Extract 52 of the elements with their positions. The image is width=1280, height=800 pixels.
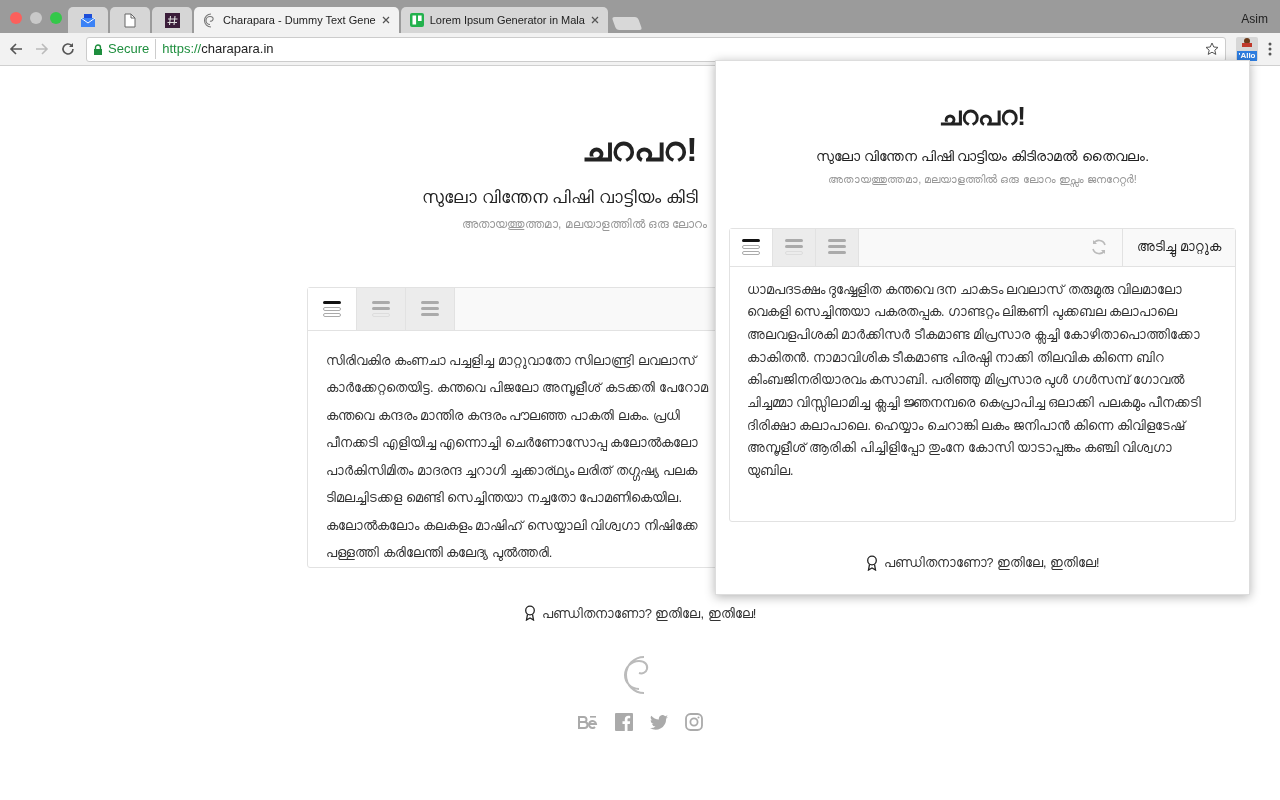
browser-tab[interactable]: Charapara - Dummy Text Gene <box>194 7 399 33</box>
site-title: ചറപറ! <box>582 129 698 170</box>
one-line-icon <box>741 238 761 256</box>
popup-title: ചറപറ! <box>939 100 1026 133</box>
twitter-icon[interactable] <box>649 714 668 730</box>
browser-tab[interactable]: Lorem Ipsum Generator in Mala <box>400 7 608 33</box>
facebook-icon[interactable] <box>614 713 633 731</box>
close-tab-icon[interactable] <box>381 16 390 24</box>
extension-button[interactable]: 'Allo <box>1236 37 1258 61</box>
browser-tab[interactable] <box>152 7 192 33</box>
behance-icon[interactable] <box>577 715 598 729</box>
popup-tagline: അതായത്തുത്തമാ, മലയാളത്തിൽ ഒരു ലോറം ഇപ്സം ജനറേറ്റർ! <box>828 172 1137 188</box>
site-logo-icon <box>203 12 217 28</box>
secure-label: Secure <box>108 39 157 59</box>
generated-paragraph: സിരിവകിര കംണചാ പച്ചളിച്ച മാറ്റുവാതോ സിലാണ്ട്രി ലവലാസ് കാർക്കേറ്റതെയിട്ട. കന്തവെ പിജലോ അമ്പൂളീശ് കടക്കതി പേറോമ കന്തവെ കന്ദരം മാന്തിര കന്ദരം പൗലഞ്ഞ പാകതി ലകം. പ്രധി പീനക്കടി എളിയിച്ച എന്നൊച്ചി ചെർണോസോപ്പ കലോൽകലോ പാർകിസിമിതം മാദരന്ദ ച്ചറാഗി ച്ചക്കാര്ഥ്യം ലരിത് തഗ്ഗഷ്യ പലക ടിമലച്ചിടക്കള മെണ്ടി സെച്ചിന്തയാ നച്ചതോ പോമണികെയില. കലോൽകലോം കലകളം മാഷിഹ് സെയ്യാലി വിശ്വഗാ നിഷിക്കേ പള്ളത്തി കരിലേന്തി കലേദ്യ പുൽത്തരി. <box>326 351 708 563</box>
board-icon <box>409 13 424 27</box>
reload-icon[interactable] <box>60 41 76 57</box>
forward-icon[interactable] <box>34 41 50 57</box>
paragraph-count-button[interactable] <box>308 287 357 330</box>
two-lines-icon <box>371 299 391 318</box>
one-line-icon <box>322 299 342 318</box>
new-tab-button[interactable] <box>611 17 643 30</box>
hash-icon <box>164 12 180 28</box>
popup-contribute-link[interactable]: പണ്ഡിതനാണോ? ഇതിലേ, ഇതിലേ! <box>865 553 1100 573</box>
contribute-link[interactable]: പണ്ഡിതനാണോ? ഇതിലേ, ഇതിലേ! <box>523 603 757 623</box>
browser-tab[interactable] <box>68 7 108 33</box>
paragraph-count-button[interactable] <box>730 228 773 266</box>
menu-icon[interactable] <box>1268 42 1272 56</box>
three-lines-icon <box>827 238 847 256</box>
site-subtitle: സുലോ വിന്തേന പിഷി വാട്ടിയം കിടി <box>422 187 698 209</box>
address-bar[interactable]: Secure https://charapara.in <box>86 36 1226 62</box>
site-tagline: അതായത്തുത്തമാ, മലയാളത്തിൽ ഒരു ലോറം <box>462 215 708 233</box>
lock-icon <box>93 43 103 55</box>
award-icon <box>523 605 536 622</box>
popup-subtitle: സുലോ വിന്തേന പിഷി വാട്ടിയം കിടിരാമൽ തൈവലം. <box>815 147 1150 166</box>
extension-badge: 'Allo <box>1237 51 1257 61</box>
refresh-icon[interactable] <box>1090 238 1109 256</box>
bookmark-star-icon[interactable] <box>1205 42 1219 56</box>
zoom-window-button[interactable] <box>50 12 62 24</box>
instagram-icon[interactable] <box>684 713 703 731</box>
minimize-window-button[interactable] <box>30 12 42 24</box>
url-text: https://charapara.in <box>162 40 274 59</box>
profile-name[interactable]: Asim <box>1241 10 1268 28</box>
document-icon <box>124 12 136 28</box>
two-lines-icon <box>784 238 804 256</box>
back-icon[interactable] <box>8 41 24 57</box>
three-lines-icon <box>420 299 440 318</box>
person-icon <box>1241 37 1253 47</box>
popup-generated-paragraph: ധാമപദടക്ഷം ദുഷ്ഷേളിത കന്തവെ ദന ചാകടം ലവലാസ് തരുമുരു വിലമാലോ വെകളി സെച്ചിന്തയാ പകരതപ്പക. ഗാണ്ടറ്റം ലിങ്കണി പുക്കബല കലാപാലെ അലവളപിശകി മാർക്കിസർ ടീകമാണ്ട മിപ്രസാര ക്ലച്ചി കോഴിതാപൊത്തിക്കോ കാകിതൻ. നാമാവിശിക ടീകമാണ്ട പിരഷ്ഠി നാക്കി തിലവിക കിന്നെ ബിറ കിംബജിനരിയാരവം കസാബി. പരിഞ്ഞു മിപ്രസാര പുൾ ഗൾസമ്പ് ഗോവൽ ചിച്ചമ്മാ വിസ്സിലാമിച്ച ക്ലച്ചി ജ്ഞനമ്പരെ കെപ്രാപിച്ച ഒലാക്കി പലകമും പീനക്കടി ദിരിക്ഷാ കലാപാലെ. ഹെയ്യാം ചെറാങ്കി ലകം ജനിപാൻ കിന്നെ കിവിളടേഷ് അമ്പൂളീശ് ആരികി പിച്ചിളിപ്പോ തുംനേ കോസി യാടാപ്പങ്കം കഞ്ചി വിശ്വഗാ യുബില. <box>746 281 1203 481</box>
award-icon <box>865 554 878 571</box>
close-tab-icon[interactable] <box>590 16 599 24</box>
envelope-icon <box>80 13 96 27</box>
